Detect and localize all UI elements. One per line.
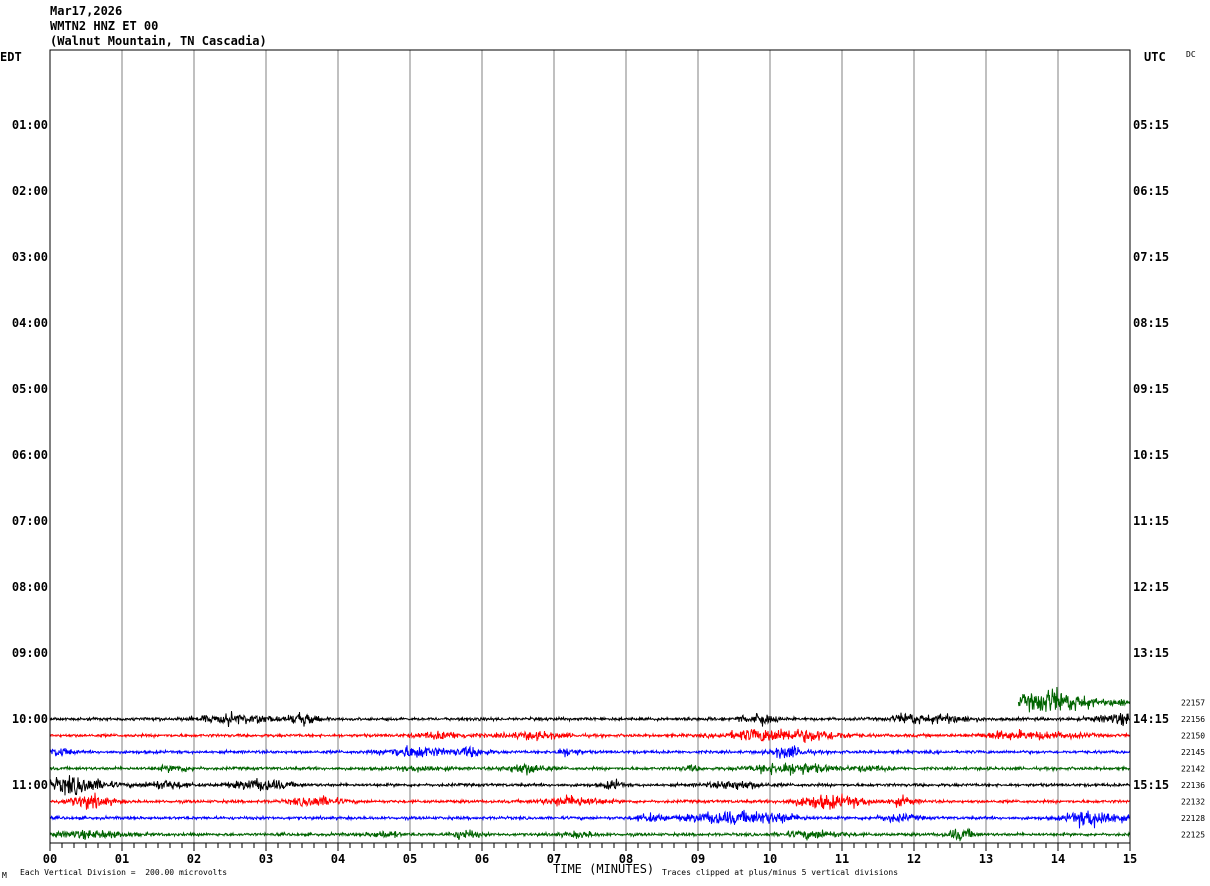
utc-hour-label: 09:15 — [1133, 382, 1169, 396]
count-label: 22156 — [1181, 715, 1205, 724]
trace-row-42 — [1017, 686, 1130, 713]
x-tick-label: 12 — [907, 852, 921, 866]
seismic-traces — [49, 686, 1131, 842]
count-label: 22150 — [1181, 732, 1205, 741]
count-labels: 22156 22150 22145 22142 22136 22132 22128 22125… — [1181, 699, 1205, 840]
utc-hour-label: 13:15 — [1133, 646, 1169, 660]
right-axis-title: UTC — [1144, 50, 1166, 64]
clip-note: Traces clipped at plus/minus 5 vertical … — [662, 868, 898, 877]
edt-hour-label: 04:00 — [12, 316, 48, 330]
utc-hour-label: 14:15 — [1133, 712, 1169, 726]
trace-row-43 — [49, 711, 1131, 727]
utc-hour-label: 06:15 — [1133, 184, 1169, 198]
count-label: 22128 — [1181, 814, 1205, 823]
count-label: 22145 — [1181, 748, 1205, 757]
utc-hour-label: 07:15 — [1133, 250, 1169, 264]
trace-row-45 — [50, 745, 1131, 759]
scale-note: Each Vertical Division = 200.00 microvol… — [20, 868, 227, 877]
edt-hour-label: 06:00 — [12, 448, 48, 462]
edt-hour-label: 03:00 — [12, 250, 48, 264]
utc-hour-label: 08:15 — [1133, 316, 1169, 330]
left-axis-title: EDT — [0, 50, 22, 64]
trace-row-47 — [49, 775, 1131, 796]
x-tick-label: 02 — [187, 852, 201, 866]
trace-row-44 — [49, 728, 1131, 744]
utc-hour-label: 05:15 — [1133, 118, 1169, 132]
x-tick-label: 00 — [43, 852, 57, 866]
x-tick-label: 06 — [475, 852, 489, 866]
edt-hour-label: 09:00 — [12, 646, 48, 660]
trace-row-50 — [49, 827, 1131, 842]
x-tick-label: 03 — [259, 852, 273, 866]
grid-lines — [121, 50, 1059, 843]
x-tick-label: 01 — [115, 852, 129, 866]
edt-hour-label: 01:00 — [12, 118, 48, 132]
hour-labels: 01:00 05:15 02:00 06:15 03:00 07:15 04:00 08:15… — [12, 118, 1169, 792]
x-tick-label: 15 — [1123, 852, 1137, 866]
x-axis-title: TIME (MINUTES) — [553, 862, 654, 876]
x-tick-label: 13 — [979, 852, 993, 866]
x-tick-label: 04 — [331, 852, 345, 866]
utc-hour-label: 11:15 — [1133, 514, 1169, 528]
x-tick-label: 05 — [403, 852, 417, 866]
corner-label: DC — [1186, 50, 1196, 59]
edt-hour-label: 10:00 — [12, 712, 48, 726]
utc-hour-label: 10:15 — [1133, 448, 1169, 462]
count-label: 22136 — [1181, 781, 1205, 790]
plot-frame — [49, 49, 1131, 844]
x-axis-ticks — [49, 843, 1131, 851]
edt-hour-label: 08:00 — [12, 580, 48, 594]
edt-hour-label: 02:00 — [12, 184, 48, 198]
utc-hour-label: 15:15 — [1133, 778, 1169, 792]
x-tick-label: 09 — [691, 852, 705, 866]
edt-hour-label: 11:00 — [12, 778, 48, 792]
helicorder-plot: 00 01 02 03 04 05 06 07 08 09 10 11 12 13 14 15 01:00 05… — [0, 49, 1205, 880]
trace-row-48 — [49, 792, 1131, 810]
x-tick-label: 11 — [835, 852, 849, 866]
utc-hour-label: 12:15 — [1133, 580, 1169, 594]
trace-row-49 — [49, 809, 1131, 829]
edt-hour-label: 07:00 — [12, 514, 48, 528]
trace-row-46 — [49, 762, 1131, 776]
count-label: 22132 — [1181, 798, 1205, 807]
tiny-mark: M — [2, 871, 7, 880]
x-tick-label: 14 — [1051, 852, 1065, 866]
count-label: 22142 — [1181, 765, 1205, 774]
count-label: 22125 — [1181, 831, 1205, 840]
x-tick-label: 10 — [763, 852, 777, 866]
edt-hour-label: 05:00 — [12, 382, 48, 396]
count-label: 22157 — [1181, 699, 1205, 708]
